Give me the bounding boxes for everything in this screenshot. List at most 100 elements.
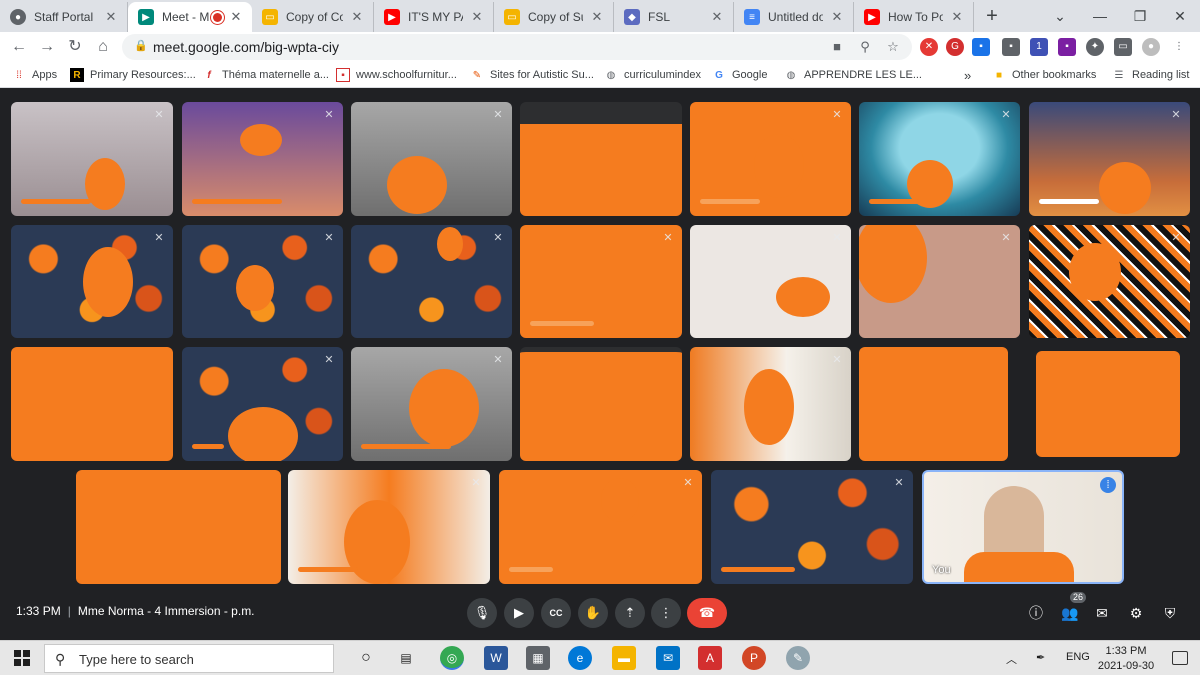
microphone-button[interactable]: 🎙 xyxy=(467,598,497,628)
chrome-taskbar-icon[interactable]: ◎ xyxy=(440,646,464,670)
browser-menu-icon[interactable]: ⋮ xyxy=(1170,38,1188,56)
extension-icon-3[interactable]: ▪ xyxy=(972,38,990,56)
url-text[interactable]: meet.google.com/big-wpta-ciy xyxy=(153,39,339,55)
participant-tile[interactable]: ✕ xyxy=(182,102,343,216)
host-controls-icon[interactable]: ⛨ xyxy=(1158,601,1182,625)
tab-fsl[interactable]: ◆ FSL ✕ xyxy=(614,2,734,32)
chat-icon[interactable]: ✉ xyxy=(1090,601,1114,625)
participant-tile[interactable]: ✕ xyxy=(859,225,1020,338)
close-tab-icon[interactable]: ✕ xyxy=(589,9,605,25)
present-screen-button[interactable]: ⇡ xyxy=(615,598,645,628)
pen-icon[interactable]: ✒ xyxy=(1036,651,1045,664)
close-tab-icon[interactable]: ✕ xyxy=(228,9,244,25)
close-tab-icon[interactable]: ✕ xyxy=(103,9,119,25)
more-options-button[interactable]: ⋮ xyxy=(651,598,681,628)
participant-tile[interactable]: ✕ xyxy=(11,102,173,216)
participant-tile[interactable] xyxy=(859,347,1008,461)
bookmark-other-bookmarks[interactable]: ■ Other bookmarks xyxy=(992,66,1096,84)
bookmark-reading-list[interactable]: ☰ Reading list xyxy=(1112,66,1190,84)
bookmark-curriculumindex[interactable]: ◍ curriculumindex xyxy=(604,66,701,84)
participant-tile[interactable]: ✕ xyxy=(1029,225,1190,338)
language-indicator[interactable]: ENG xyxy=(1066,651,1090,663)
camera-button[interactable]: ▶ xyxy=(504,598,534,628)
extension-icon-2[interactable]: G xyxy=(946,38,964,56)
notification-center-icon[interactable] xyxy=(1172,651,1188,665)
bookmark-star-icon[interactable]: ☆ xyxy=(884,38,902,56)
reload-icon[interactable]: ↻ xyxy=(64,36,86,58)
task-view-icon[interactable]: ▤ xyxy=(394,646,418,670)
store-taskbar-icon[interactable]: ▦ xyxy=(526,646,550,670)
lock-icon[interactable]: 🔒 xyxy=(134,39,148,55)
captions-button[interactable]: CC xyxy=(541,598,571,628)
participant-tile[interactable]: ✕ xyxy=(859,102,1020,216)
tab-copy-of-copy[interactable]: ▭ Copy of Copy ✕ xyxy=(252,2,374,32)
meeting-details-icon[interactable]: ⓘ xyxy=(1024,601,1048,625)
participant-tile[interactable]: ✕ xyxy=(499,470,702,584)
leave-call-button[interactable]: ☎ xyxy=(687,598,727,628)
minimize-window-icon[interactable]: — xyxy=(1080,4,1120,28)
tab-copy-of-sugg[interactable]: ▭ Copy of Sugg ✕ xyxy=(494,2,614,32)
restore-window-icon[interactable]: ❐ xyxy=(1120,4,1160,28)
participant-tile[interactable] xyxy=(520,347,682,461)
participant-tile[interactable]: ✕ xyxy=(351,102,512,216)
participant-tile[interactable]: ✕ xyxy=(1029,102,1190,216)
taskbar-search-box[interactable]: ⚲ Type here to search xyxy=(44,644,334,673)
bookmark-sites-autistic[interactable]: ✎ Sites for Autistic Su... xyxy=(470,66,594,84)
acrobat-taskbar-icon[interactable]: A xyxy=(698,646,722,670)
tab-meet[interactable]: ▶ Meet - M ✕ xyxy=(128,2,252,32)
edge-taskbar-icon[interactable]: e xyxy=(568,646,592,670)
tab-staff-portal[interactable]: ● Staff Portal ✕ xyxy=(0,2,128,32)
home-icon[interactable]: ⌂ xyxy=(92,36,114,58)
bookmark-thema-maternelle[interactable]: f Théma maternelle a... xyxy=(202,66,329,84)
bookmark-google[interactable]: G Google xyxy=(712,66,767,84)
participant-tile[interactable]: ✕ xyxy=(690,347,851,461)
extension-icon-6[interactable]: ▪ xyxy=(1058,38,1076,56)
participant-tile[interactable]: ✕ xyxy=(520,225,682,338)
profile-avatar[interactable]: ● xyxy=(1142,38,1160,56)
powerpoint-taskbar-icon[interactable]: P xyxy=(742,646,766,670)
extension-icon-5[interactable]: 1 xyxy=(1030,38,1048,56)
participant-tile[interactable] xyxy=(11,347,173,461)
close-window-icon[interactable]: ✕ xyxy=(1160,4,1200,28)
camera-in-use-icon[interactable]: ■ xyxy=(828,38,846,56)
file-explorer-icon[interactable]: ▬ xyxy=(612,646,636,670)
close-tab-icon[interactable]: ✕ xyxy=(709,9,725,25)
forward-arrow-icon[interactable]: → xyxy=(36,36,58,58)
bookmarks-overflow-button[interactable]: » xyxy=(964,66,971,84)
extensions-puzzle-icon[interactable]: ✦ xyxy=(1086,38,1104,56)
taskbar-clock[interactable]: 1:33 PM 2021-09-30 xyxy=(1094,644,1158,674)
close-tab-icon[interactable]: ✕ xyxy=(949,9,965,25)
new-tab-button[interactable]: + xyxy=(981,6,1003,28)
participant-tile[interactable] xyxy=(1036,351,1180,457)
extension-icon-1[interactable]: ✕ xyxy=(920,38,938,56)
self-view-tile[interactable]: ⁞ You xyxy=(922,470,1124,584)
tab-its-my-party[interactable]: ▶ IT'S MY PARTY ✕ xyxy=(374,2,494,32)
windows-start-icon[interactable] xyxy=(14,650,30,666)
bookmark-school-furniture[interactable]: ▪ www.schoolfurnitur... xyxy=(336,66,457,84)
bookmark-primary-resources[interactable]: R Primary Resources:... xyxy=(70,66,196,84)
participant-tile[interactable]: ✕ xyxy=(690,225,851,338)
participant-tile[interactable]: ✕ xyxy=(182,225,343,338)
close-tab-icon[interactable]: ✕ xyxy=(469,9,485,25)
cortana-icon[interactable]: ○ xyxy=(354,646,378,670)
participant-tile[interactable]: ✕ xyxy=(11,225,173,338)
participant-tile[interactable]: ✕ xyxy=(182,347,343,461)
cast-icon[interactable]: ▭ xyxy=(1114,38,1132,56)
activities-icon[interactable]: ⚙ xyxy=(1124,601,1148,625)
participant-tile[interactable] xyxy=(76,470,281,584)
participant-tile[interactable]: ✕ xyxy=(711,470,913,584)
raise-hand-button[interactable]: ✋ xyxy=(578,598,608,628)
bookmark-apps[interactable]: ⁞⁞ Apps xyxy=(12,66,57,84)
address-bar[interactable]: 🔒 meet.google.com/big-wpta-ciy ■ ⚲ ☆ xyxy=(122,34,912,60)
participant-tile[interactable]: ✕ xyxy=(690,102,851,216)
tab-untitled-document[interactable]: ≡ Untitled docu ✕ xyxy=(734,2,854,32)
close-tab-icon[interactable]: ✕ xyxy=(829,9,845,25)
tab-search-icon[interactable]: ⌄ xyxy=(1040,4,1080,28)
mail-taskbar-icon[interactable]: ✉ xyxy=(656,646,680,670)
zoom-search-icon[interactable]: ⚲ xyxy=(856,38,874,56)
tab-how-to-pow[interactable]: ▶ How To Pow ✕ xyxy=(854,2,974,32)
paint-taskbar-icon[interactable]: ✎ xyxy=(786,646,810,670)
participant-tile[interactable]: ✕ xyxy=(288,470,490,584)
bookmark-apprendre[interactable]: ◍ APPRENDRE LES LE... xyxy=(784,66,922,84)
participant-tile[interactable]: ✕ xyxy=(351,347,512,461)
